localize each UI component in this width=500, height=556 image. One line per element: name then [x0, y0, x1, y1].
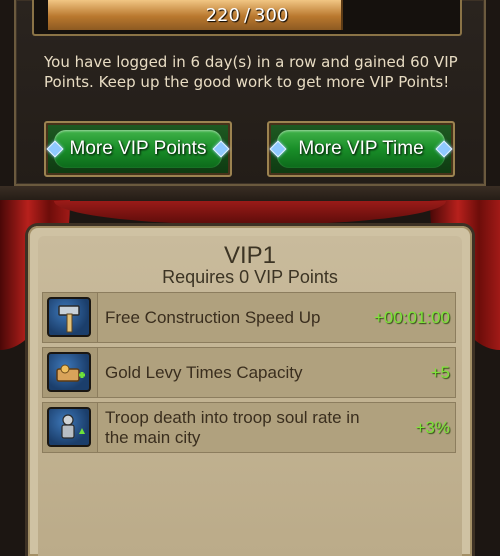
hammer-icon	[47, 297, 91, 337]
more-vip-time-label: More VIP Time	[298, 138, 424, 159]
progress-text: 220/300	[34, 5, 460, 26]
perk-name: Troop death into troop soul rate in the …	[105, 407, 360, 447]
progress-separator: /	[243, 5, 251, 26]
more-vip-time-button[interactable]: More VIP Time	[267, 121, 455, 177]
login-streak-message: You have logged in 6 day(s) in a row and…	[44, 53, 458, 91]
perk-value: +5	[430, 362, 450, 382]
vip-perk-list: Free Construction Speed Up +00:01:00 Gol…	[42, 292, 456, 457]
perk-row: Troop death into troop soul rate in the …	[42, 402, 456, 453]
curtain-valance	[54, 201, 446, 225]
gold-levy-icon	[47, 352, 91, 392]
vip-requirement: Requires 0 VIP Points	[162, 267, 338, 287]
perk-row: Gold Levy Times Capacity +5	[42, 347, 456, 398]
more-vip-points-label: More VIP Points	[69, 138, 207, 159]
vip-level-title: VIP1	[223, 242, 277, 269]
perk-name: Gold Levy Times Capacity	[105, 362, 303, 382]
perk-name: Free Construction Speed Up	[105, 307, 321, 327]
progress-max: 300	[254, 5, 289, 26]
perk-value: +3%	[415, 417, 451, 437]
progress-current: 220	[205, 5, 240, 26]
perk-row: Free Construction Speed Up +00:01:00	[42, 292, 456, 343]
vip-progress-bar: 220/300	[32, 0, 462, 36]
perk-value: +00:01:00	[373, 307, 450, 327]
troop-soul-icon	[47, 407, 91, 447]
perk-icon-cell	[43, 293, 98, 342]
perk-icon-cell	[43, 348, 98, 397]
perk-icon-cell	[43, 403, 98, 452]
more-vip-points-button[interactable]: More VIP Points	[44, 121, 232, 177]
